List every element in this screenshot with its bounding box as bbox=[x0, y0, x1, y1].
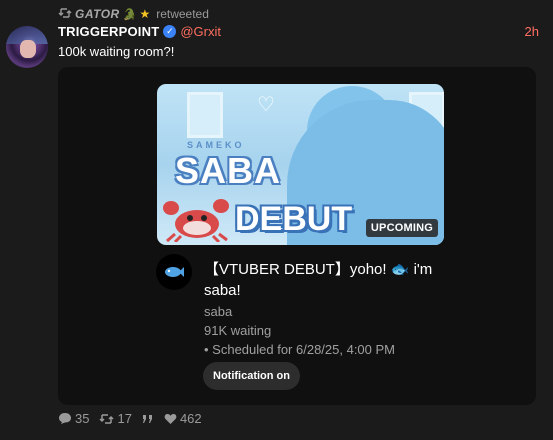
reply-stat[interactable]: 35 bbox=[58, 411, 89, 426]
channel-name[interactable]: saba bbox=[204, 304, 232, 319]
retweet-icon bbox=[58, 7, 72, 22]
heart-icon bbox=[164, 413, 177, 424]
retweet-indicator: GATOR 🐊 ★ retweeted bbox=[58, 6, 209, 22]
retweet-stat[interactable]: 17 bbox=[99, 411, 132, 426]
waiting-count: 91K waiting bbox=[204, 323, 272, 338]
fish-icon bbox=[165, 267, 184, 277]
crab-mascot-icon bbox=[163, 199, 229, 242]
thumbnail-logo-small: SAMEKO bbox=[187, 140, 245, 150]
avatar[interactable] bbox=[6, 26, 48, 68]
thumbnail-debut-text: DEBUT bbox=[235, 200, 353, 238]
like-count: 462 bbox=[179, 411, 202, 426]
tweet-text: 100k waiting room?! bbox=[58, 44, 175, 59]
reply-count: 35 bbox=[75, 411, 90, 426]
upcoming-badge: UPCOMING bbox=[365, 219, 438, 237]
quote-stat[interactable] bbox=[142, 414, 154, 424]
retweeted-label: retweeted bbox=[156, 7, 209, 21]
video-title[interactable]: 【VTUBER DEBUT】yoho! 🐟 i'm saba! bbox=[204, 259, 454, 301]
scheduled-time: • Scheduled for 6/28/25, 4:00 PM bbox=[204, 342, 396, 357]
verified-icon: ✓ bbox=[163, 25, 177, 38]
display-name[interactable]: TRIGGERPOINT bbox=[58, 24, 159, 39]
reply-icon bbox=[59, 413, 71, 424]
retweeter-name[interactable]: GATOR bbox=[75, 7, 120, 21]
video-thumbnail[interactable]: ♡ SAMEKO SABA DEBUT UPCOMING bbox=[157, 84, 444, 245]
fish-emoji: 🐟 bbox=[390, 261, 410, 278]
notification-button[interactable]: Notification on bbox=[203, 362, 300, 390]
user-handle[interactable]: @Grxit bbox=[180, 24, 221, 39]
like-stat[interactable]: 462 bbox=[164, 411, 202, 426]
crocodile-emoji: 🐊 bbox=[122, 8, 137, 21]
video-embed-card[interactable]: ♡ SAMEKO SABA DEBUT UPCOMING 【VTUBER DEB… bbox=[58, 67, 536, 405]
star-icon: ★ bbox=[139, 7, 151, 21]
heart-icon: ♡ bbox=[257, 94, 275, 116]
tweet-header: TRIGGERPOINT ✓ @Grxit bbox=[58, 24, 221, 39]
retweet-icon bbox=[99, 413, 114, 424]
thumbnail-logo: SABA bbox=[175, 150, 282, 191]
tweet-stats: 35 17 462 bbox=[58, 411, 212, 426]
channel-avatar[interactable] bbox=[156, 254, 192, 290]
tweet-timestamp[interactable]: 2h bbox=[525, 24, 539, 39]
quote-icon bbox=[142, 414, 152, 423]
retweet-count: 17 bbox=[117, 411, 132, 426]
